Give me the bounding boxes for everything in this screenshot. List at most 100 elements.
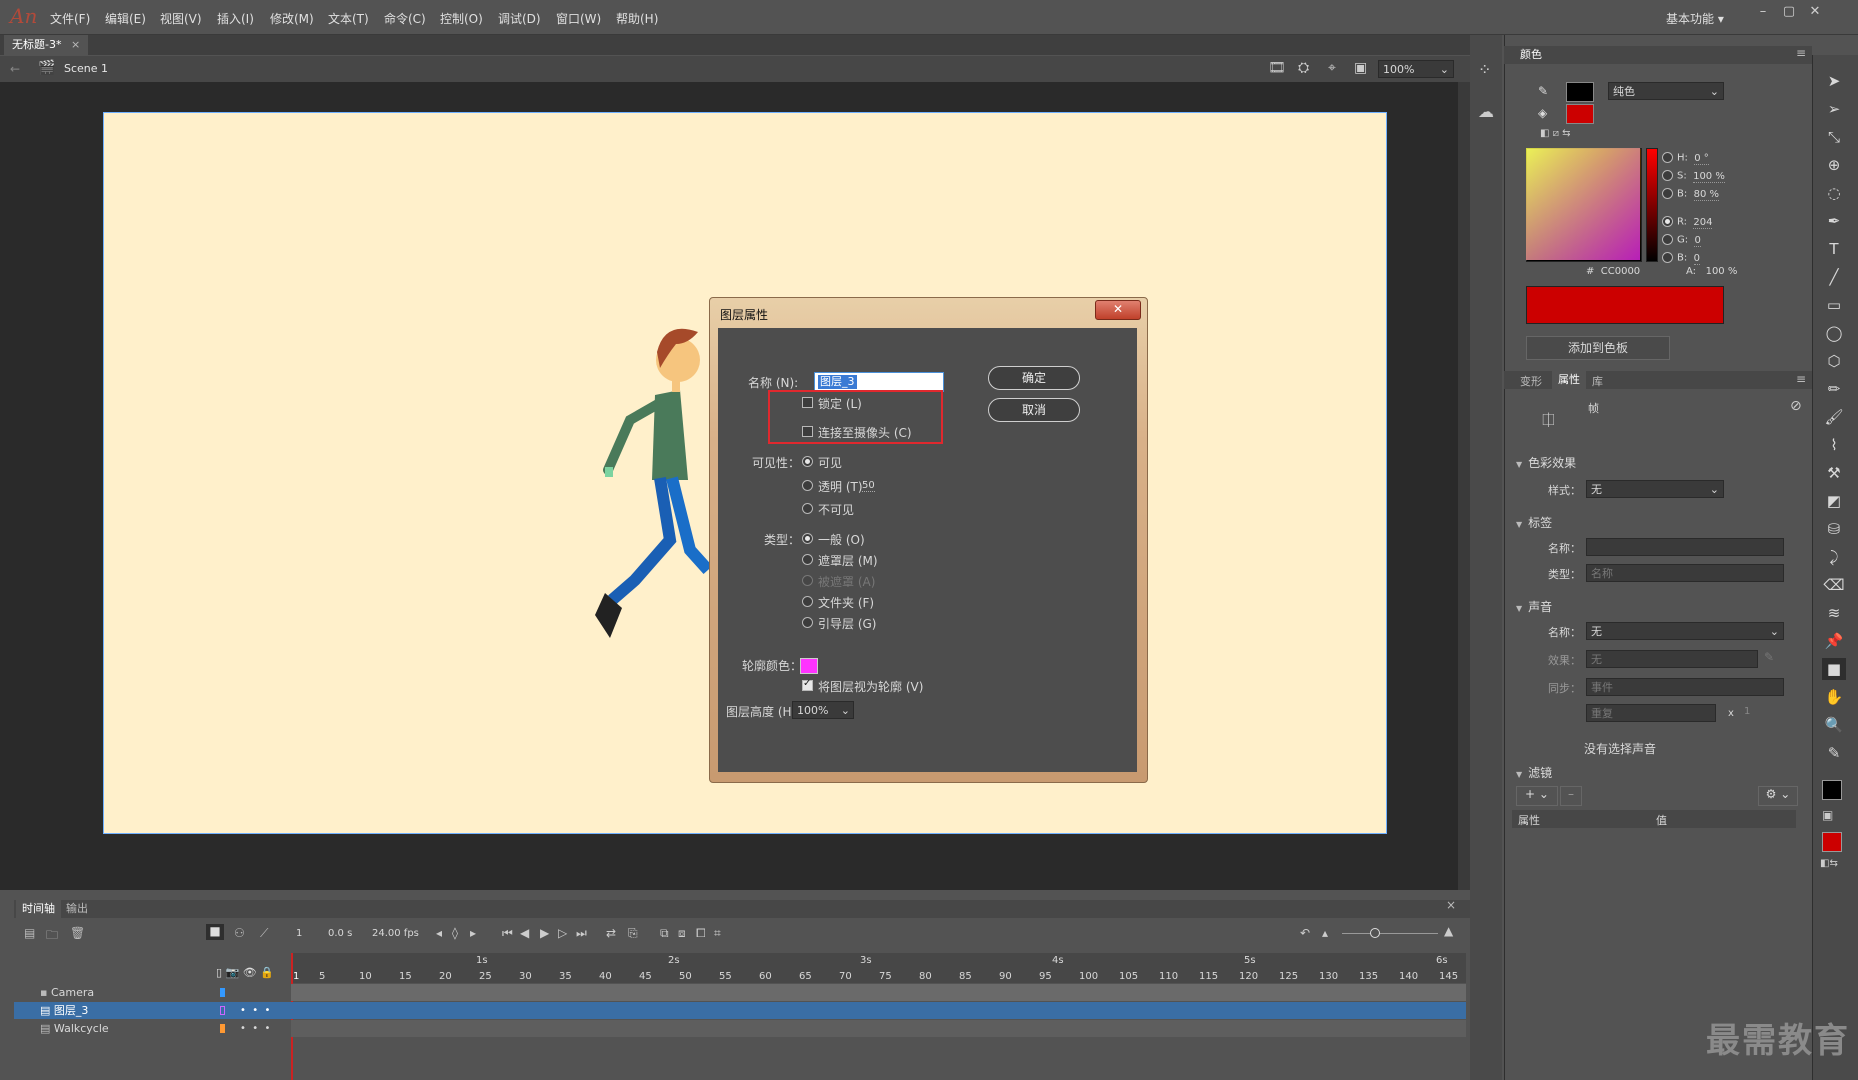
loop-icon[interactable]: ⇄ (606, 926, 616, 940)
menu-view[interactable]: 视图(V) (160, 10, 202, 27)
filter-settings-button[interactable]: ⚙ ⌄ (1758, 786, 1798, 806)
center-frame-icon[interactable]: ⎘ (628, 926, 638, 941)
stage-scrollbar[interactable] (1458, 82, 1470, 890)
channel-radio[interactable] (1662, 152, 1673, 163)
marker-icon[interactable]: ⌗ (714, 926, 721, 941)
document-tab[interactable]: 无标题-3* × (4, 35, 89, 55)
eraser-tool-icon[interactable]: ⌫ (1822, 574, 1846, 596)
stroke-color-tool-icon[interactable]: ✎ (1822, 742, 1846, 764)
new-folder-icon[interactable]: 🗀 (46, 926, 58, 947)
alpha-field[interactable]: A: 100 % (1686, 266, 1737, 277)
frames-camera[interactable] (291, 984, 1466, 1001)
step-forward-icon[interactable]: ▷ (558, 926, 567, 940)
pencil-tool-icon[interactable]: ✏ (1822, 378, 1846, 400)
ok-button[interactable]: 确定 (988, 366, 1080, 390)
zoom-tool-icon[interactable]: 🔍 (1822, 714, 1846, 736)
frame-rate[interactable]: 24.00 fps (372, 928, 419, 939)
view-as-outline-checkbox[interactable] (802, 678, 813, 691)
tools-stroke-swatch[interactable] (1822, 780, 1842, 800)
layer-row-layer3[interactable]: ▤ 图层_3 • • • (14, 1002, 291, 1019)
channel-radio[interactable] (1662, 170, 1673, 181)
menu-window[interactable]: 窗口(W) (556, 10, 601, 27)
zoom-slider[interactable] (1342, 933, 1438, 934)
graph-icon[interactable]: ⟋ (260, 926, 268, 941)
back-arrow-icon[interactable]: ← (10, 62, 20, 76)
channel-radio[interactable] (1662, 216, 1673, 227)
type-mask-radio[interactable] (802, 554, 813, 565)
sound-name-select[interactable]: 无 ⌄ (1586, 622, 1784, 640)
minimize-icon[interactable]: – (1752, 4, 1774, 22)
menu-control[interactable]: 控制(O) (440, 10, 483, 27)
oval-tool-icon[interactable]: ◯ (1822, 322, 1846, 344)
color-channel-g[interactable]: G: 0 (1662, 234, 1701, 247)
swap-colors-icon[interactable]: ◧⇆ (1820, 858, 1838, 869)
add-filter-button[interactable]: + ⌄ (1516, 786, 1558, 806)
remove-filter-button[interactable]: – (1560, 786, 1582, 806)
dialog-close-button[interactable]: ✕ (1095, 300, 1141, 320)
edit-symbol-icon[interactable]: ⛭ (1298, 60, 1309, 76)
pin-tool-icon[interactable]: 📌 (1822, 630, 1846, 652)
step-back-icon[interactable]: ◀ (520, 926, 529, 940)
brush-tool-icon[interactable]: ⌇ (1822, 434, 1846, 456)
object-drawing-icon[interactable]: ▣ (1822, 808, 1833, 822)
channel-radio[interactable] (1662, 188, 1673, 199)
style-select[interactable]: 无 ⌄ (1586, 480, 1724, 498)
close-icon[interactable]: ✕ (1804, 4, 1826, 22)
frames-walkcycle[interactable] (291, 1020, 1466, 1037)
add-to-swatches-button[interactable]: 添加到色板 (1526, 336, 1670, 360)
menu-edit[interactable]: 编辑(E) (105, 10, 146, 27)
camera-tool-icon[interactable]: ■ (1822, 658, 1846, 680)
tab-properties[interactable]: 属性 (1552, 371, 1586, 389)
pen-tool-icon[interactable]: ✒ (1822, 210, 1846, 232)
next-keyframe-icon[interactable]: ▸ (470, 926, 476, 940)
current-time[interactable]: 0.0 s (328, 928, 352, 939)
close-tab-icon[interactable]: × (71, 38, 80, 51)
onion-outline-icon[interactable]: ⧈ (678, 926, 686, 941)
onion-skin-icon[interactable]: ⧉ (660, 926, 669, 941)
panel-menu-icon[interactable]: ≡ (1796, 46, 1806, 60)
layer-depth-icon[interactable]: ⚇ (234, 926, 245, 940)
workspace-switcher[interactable]: 基本功能 ▾ (1666, 10, 1724, 27)
menu-insert[interactable]: 插入(I) (217, 10, 254, 27)
cc-libraries-icon[interactable]: ☁ (1478, 102, 1494, 121)
brightness-slider[interactable] (1646, 148, 1658, 262)
hex-value[interactable]: # CC0000 (1586, 266, 1640, 277)
center-stage-icon[interactable]: ⌖ (1328, 60, 1336, 76)
go-first-icon[interactable]: ⏮ (502, 926, 513, 941)
label-name-input[interactable] (1586, 538, 1784, 556)
edit-multiple-icon[interactable]: ⧠ (696, 926, 706, 941)
close-panel-icon[interactable]: × (1446, 898, 1456, 912)
color-channel-r[interactable]: R: 204 (1662, 216, 1713, 229)
subselection-tool-icon[interactable]: ➢ (1822, 98, 1846, 120)
free-transform-icon[interactable]: ⤡ (1822, 126, 1846, 148)
scene-name[interactable]: Scene 1 (64, 62, 108, 75)
3d-rotation-icon[interactable]: ⊕ (1822, 154, 1846, 176)
ink-bottle-icon[interactable]: ⛁ (1822, 518, 1846, 540)
layer-height-select[interactable]: 100% ⌄ (792, 701, 854, 719)
channel-radio[interactable] (1662, 252, 1673, 263)
color-channel-s[interactable]: S: 100 % (1662, 170, 1725, 183)
tab-transform[interactable]: 变形 (1520, 373, 1542, 389)
menu-file[interactable]: 文件(F) (50, 10, 90, 27)
current-frame[interactable]: 1 (296, 928, 302, 939)
keyframe-icon[interactable]: ◊ (452, 926, 458, 940)
menu-debug[interactable]: 调试(D) (498, 10, 541, 27)
bone-tool-icon[interactable]: ⚒ (1822, 462, 1846, 484)
cancel-button[interactable]: 取消 (988, 398, 1080, 422)
stroke-color-icon[interactable]: ✎ (1538, 84, 1548, 98)
paint-brush-icon[interactable]: 🖌 (1822, 406, 1846, 428)
text-tool-icon[interactable]: T (1822, 238, 1846, 260)
polystar-tool-icon[interactable]: ⬡ (1822, 350, 1846, 372)
lasso-icon[interactable]: ◌ (1822, 182, 1846, 204)
tab-output[interactable]: 输出 (60, 900, 94, 918)
delete-layer-icon[interactable]: 🗑 (70, 926, 85, 940)
menu-modify[interactable]: 修改(M) (270, 10, 314, 27)
color-picker-gradient[interactable] (1526, 148, 1640, 260)
menu-commands[interactable]: 命令(C) (384, 10, 426, 27)
menu-help[interactable]: 帮助(H) (616, 10, 658, 27)
color-channel-b[interactable]: B: 0 (1662, 252, 1700, 265)
fill-color-icon[interactable]: ◈ (1538, 106, 1547, 120)
zoom-select[interactable]: 100% ⌄ (1378, 60, 1454, 78)
channel-radio[interactable] (1662, 234, 1673, 245)
help-icon[interactable]: ⊘ (1790, 398, 1802, 414)
